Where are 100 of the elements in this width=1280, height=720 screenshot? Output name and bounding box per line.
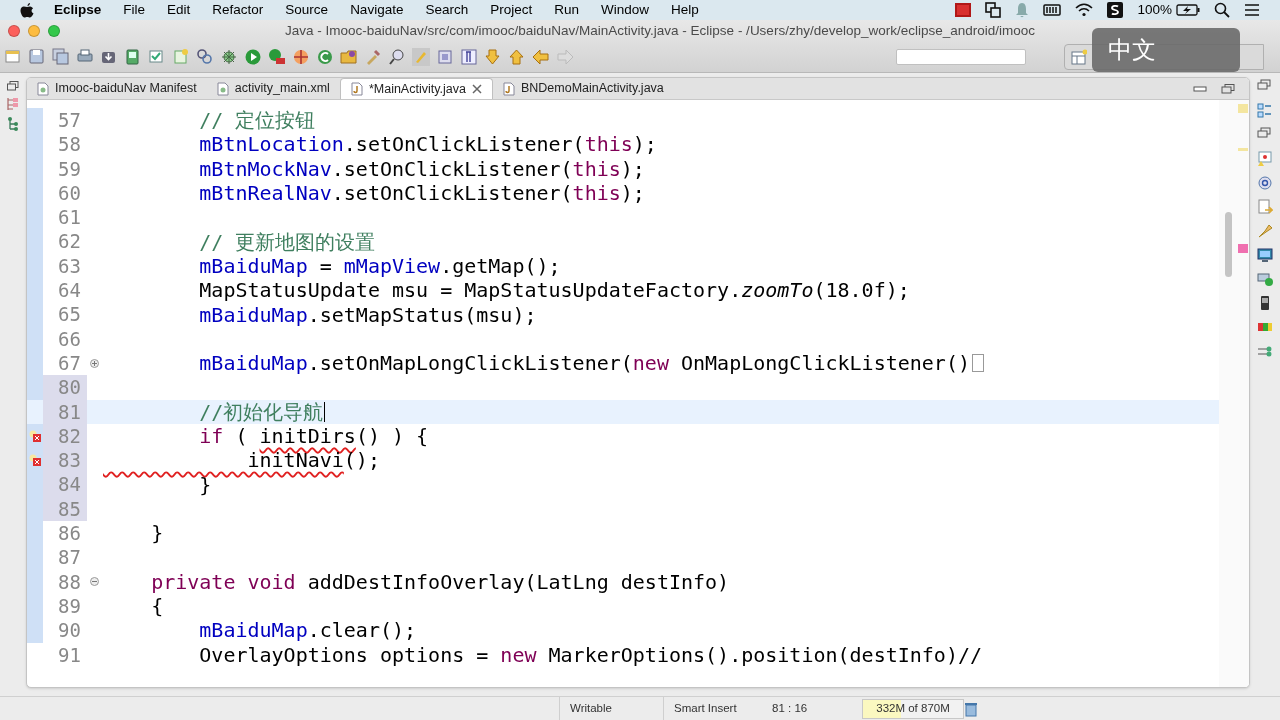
battery-percent: 100% (1137, 0, 1172, 19)
error-marker[interactable] (1238, 244, 1248, 253)
run-icon[interactable] (244, 48, 262, 66)
folder-icon[interactable] (340, 48, 358, 66)
menu-item[interactable]: Edit (167, 0, 191, 21)
app-menu[interactable]: Eclipse (54, 0, 102, 21)
heap-usage-text: 332M of 870M (876, 700, 950, 716)
apple-icon (20, 2, 34, 18)
file-icon (37, 81, 49, 96)
code-line: if ( initDirs() ) { (198, 424, 429, 448)
line-number: 86 (57, 521, 82, 546)
monitor-icon[interactable] (1257, 247, 1273, 263)
folded-code-box[interactable] (971, 354, 984, 373)
status-text: Smart Insert (673, 700, 738, 716)
code-line: mBtnRealNav.setOnClickListener(this); (198, 181, 645, 206)
code-line: mBtnLocation.setOnClickListener(this); (198, 132, 657, 157)
refresh-icon[interactable] (316, 48, 334, 66)
annotation-marker[interactable] (1238, 104, 1248, 113)
menu-item[interactable]: Source (285, 0, 329, 21)
close-icon[interactable] (471, 84, 482, 94)
save-all-icon[interactable] (52, 48, 70, 66)
line-number: 66 (57, 326, 82, 351)
scrollbar-thumb[interactable] (1225, 212, 1232, 277)
file-icon (216, 81, 229, 96)
menu-item[interactable]: Window (601, 0, 649, 21)
code-line: // 定位按钮 (198, 108, 316, 133)
code-line: //初始化导航 (198, 399, 326, 424)
window-title: Java - Imooc-baiduNav/src/com/imooc/baiduNav/MainActivity.java - Eclipse - /Users/zhy/develop_work/eclipse_android/imooc (283, 21, 1037, 40)
collapse-fold-icon[interactable] (89, 577, 99, 587)
device-icon[interactable] (124, 48, 142, 66)
battery-meter-icon[interactable] (1043, 3, 1062, 17)
line-number: 83 (43, 448, 87, 473)
outline-icon[interactable] (1257, 103, 1273, 119)
open-perspective-icon[interactable] (1071, 49, 1087, 65)
down-arrow-icon[interactable] (484, 48, 502, 66)
hierarchy-icon[interactable] (7, 117, 19, 131)
line-number: 91 (57, 642, 82, 667)
problems-icon[interactable] (1257, 151, 1273, 167)
menu-item[interactable]: File (123, 0, 146, 21)
quick-access-field[interactable] (896, 49, 1026, 65)
line-number: 90 (57, 618, 82, 643)
line-number: 57 (57, 108, 82, 133)
close-button[interactable] (8, 25, 20, 37)
menu-item[interactable]: Refactor (212, 0, 264, 21)
line-number: 62 (57, 229, 82, 254)
wifi-icon[interactable] (1075, 3, 1094, 17)
minimize-icon[interactable] (1193, 84, 1207, 94)
search-icon[interactable] (1214, 2, 1230, 18)
input-method-indicator: 中文 (1092, 28, 1240, 72)
trash-icon[interactable] (964, 700, 978, 717)
new-file-icon[interactable] (4, 48, 22, 66)
bell-icon[interactable] (1015, 2, 1030, 18)
back-arrow-icon[interactable] (532, 48, 550, 66)
menu-item[interactable]: Search (425, 0, 469, 21)
minimize-button[interactable] (28, 25, 40, 37)
add-device-icon[interactable] (1257, 271, 1273, 287)
zoom-button[interactable] (48, 25, 60, 37)
file-icon (350, 82, 363, 96)
restore-icon[interactable] (7, 81, 19, 91)
block-icon[interactable] (436, 48, 454, 66)
expand-fold-icon[interactable] (89, 358, 99, 368)
checkbox-icon[interactable] (148, 48, 166, 66)
save-icon[interactable] (28, 48, 46, 66)
editor-tab[interactable]: *MainActivity.java (339, 78, 493, 99)
line-number: 64 (57, 278, 82, 303)
battery-charging-icon (1176, 4, 1200, 16)
line-number: 58 (57, 132, 82, 157)
line-number: 88 (57, 569, 82, 594)
code-line: } (198, 472, 212, 497)
code-line: MapStatusUpdate msu = MapStatusUpdateFactory.zoomTo(18.0f); (198, 278, 910, 303)
windows-icon[interactable] (985, 2, 1002, 18)
package-explorer-icon[interactable] (7, 97, 19, 111)
annotation-marker[interactable] (1238, 148, 1248, 151)
menu-item[interactable]: Project (490, 0, 533, 21)
run-tool-icon[interactable] (268, 48, 286, 66)
code-line: { (150, 594, 164, 619)
line-number: 67 (57, 350, 82, 376)
code-line: mBaiduMap.clear(); (198, 618, 417, 643)
up-arrow-icon[interactable] (508, 48, 526, 66)
declaration-icon[interactable] (1257, 199, 1273, 215)
code-line: OverlayOptions options = new MarkerOptions().position(destInfo)// (198, 642, 982, 667)
menu-item[interactable]: Run (554, 0, 579, 21)
pilcrow-icon[interactable] (460, 48, 478, 66)
link-icon[interactable] (196, 48, 214, 66)
menu-icon[interactable] (1244, 3, 1260, 17)
line-number: 82 (43, 423, 87, 449)
line-number: 84 (43, 472, 87, 497)
maximize-icon[interactable] (1221, 84, 1235, 94)
menu-item[interactable]: Navigate (350, 0, 404, 21)
code-line: mBaiduMap = mMapView.getMap(); (198, 253, 561, 278)
code-line: // 更新地图的设置 (198, 229, 376, 254)
search-reference-icon[interactable] (388, 48, 406, 66)
cursor-position: 81 : 16 (771, 700, 809, 716)
code-line: mBaiduMap.setOnMapLongClickListener(new OnMapLongClickListener() (198, 351, 970, 376)
line-number: 80 (43, 375, 87, 400)
s-app-icon[interactable] (1107, 2, 1124, 18)
line-number: 61 (57, 205, 82, 230)
menu-item[interactable]: Help (671, 0, 699, 21)
bug-icon[interactable] (220, 48, 238, 66)
code-line: initNavi(); (246, 448, 380, 473)
